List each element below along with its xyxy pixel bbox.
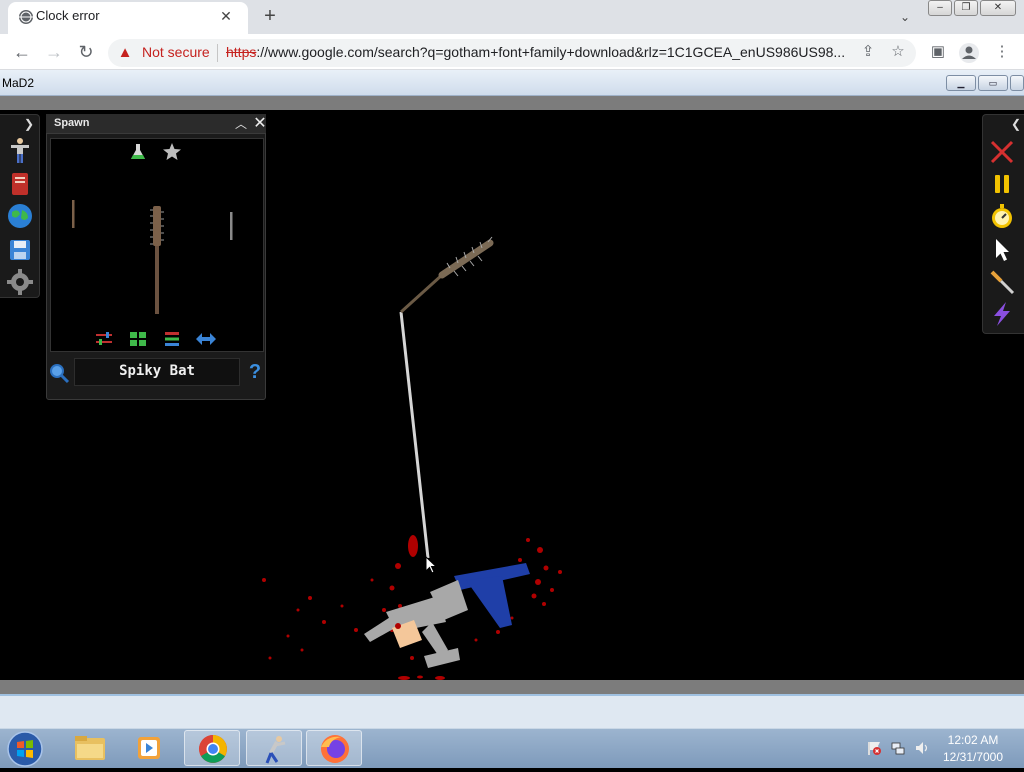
chrome-icon — [199, 735, 227, 763]
globe-icon — [19, 10, 33, 24]
network-icon[interactable] — [890, 740, 906, 756]
taskbar-explorer[interactable] — [62, 730, 118, 766]
ragdoll[interactable] — [364, 563, 530, 668]
start-button[interactable] — [6, 730, 44, 768]
tab-search-button[interactable]: ⌄ — [894, 6, 916, 28]
clear-x-icon[interactable] — [988, 138, 1016, 166]
url-divider — [217, 44, 218, 62]
back-arrow-icon[interactable]: ← — [10, 40, 34, 64]
kebab-menu-icon[interactable]: ⋮ — [990, 40, 1014, 64]
gear-icon[interactable] — [6, 268, 34, 296]
close-icon[interactable]: ✕ — [252, 116, 268, 132]
window-close-button[interactable]: ✕ — [980, 0, 1016, 16]
globe-icon[interactable] — [6, 202, 34, 230]
window-minimize-button[interactable]: ‒ — [928, 0, 952, 16]
rope[interactable] — [399, 311, 430, 559]
list-icon[interactable] — [162, 330, 182, 348]
help-button[interactable]: ? — [246, 360, 264, 384]
volume-icon[interactable] — [914, 740, 930, 756]
ragdoll-leg-lower[interactable] — [466, 576, 512, 628]
tab-close-button[interactable]: ✕ — [216, 6, 236, 26]
ragdoll-game-icon — [265, 736, 286, 764]
sliders-icon[interactable] — [94, 330, 114, 348]
chevron-left-icon[interactable]: ❮ — [1008, 116, 1024, 132]
chevron-right-icon[interactable]: ❯ — [20, 116, 38, 132]
media-player-icon — [138, 737, 160, 759]
chevron-up-icon[interactable]: ︿ — [232, 116, 250, 132]
search-icon[interactable] — [48, 362, 70, 384]
url-scheme: https — [226, 44, 257, 60]
star-icon[interactable] — [162, 142, 182, 162]
save-icon[interactable] — [6, 236, 34, 264]
mouse-cursor-icon — [425, 556, 438, 574]
url-rest: ://www.google.com/search?q=gotham+font+f… — [256, 44, 846, 60]
taskbar-chrome[interactable] — [184, 730, 240, 766]
bookmark-star-icon[interactable]: ☆ — [886, 40, 910, 64]
side-panel-icon[interactable]: ▣ — [926, 40, 950, 64]
forward-arrow-icon[interactable]: → — [42, 40, 66, 64]
spiky-bat[interactable] — [399, 236, 494, 314]
firefox-icon — [321, 735, 349, 763]
swap-arrows-icon[interactable] — [194, 330, 218, 348]
next-item-preview[interactable] — [226, 210, 236, 244]
app-bottom-frame — [0, 694, 1024, 728]
spawn-panel-title: Spawn — [54, 117, 90, 129]
action-center-flag-icon[interactable] — [866, 740, 882, 756]
prev-item-preview[interactable] — [68, 198, 78, 232]
app-close-button[interactable] — [1010, 75, 1024, 91]
game-border-top — [0, 96, 1024, 110]
ragdoll-icon[interactable] — [6, 136, 34, 164]
app-minimize-button[interactable]: ▁ — [946, 75, 976, 91]
pause-icon[interactable] — [988, 170, 1016, 198]
lightning-icon[interactable] — [988, 300, 1016, 328]
reload-icon[interactable]: ↻ — [74, 40, 98, 64]
app-maximize-button[interactable]: ▭ — [978, 75, 1008, 91]
clock-date[interactable]: 12/31/7000 — [930, 750, 1016, 764]
taskbar-firefox[interactable] — [306, 730, 362, 766]
grid-icon[interactable] — [128, 330, 148, 348]
spawn-item-name: Spiky Bat — [119, 363, 195, 379]
window-restore-button[interactable]: ❐ — [954, 0, 978, 16]
head-wound — [395, 623, 401, 629]
new-tab-button[interactable]: + — [258, 5, 282, 29]
app-title-bar — [0, 70, 1024, 96]
url-text[interactable]: https://www.google.com/search?q=gotham+f… — [226, 44, 850, 60]
spiky-bat-preview — [150, 206, 164, 314]
stopwatch-icon[interactable] — [988, 202, 1016, 230]
ragdoll-forearm[interactable] — [422, 622, 448, 658]
taskbar-media-player[interactable] — [122, 730, 178, 766]
warning-triangle-icon[interactable]: ▲ — [116, 44, 134, 62]
share-icon[interactable]: ⇪ — [856, 40, 880, 64]
profile-icon[interactable] — [958, 42, 980, 64]
flask-icon[interactable] — [128, 142, 148, 162]
app-title: MaD2 — [2, 76, 35, 90]
knife-icon[interactable] — [988, 268, 1016, 296]
game-border-bottom — [0, 680, 1024, 694]
book-icon[interactable] — [6, 170, 34, 198]
folder-icon — [75, 736, 105, 760]
taskbar-game[interactable] — [246, 730, 302, 766]
clock-time[interactable]: 12:02 AM — [930, 733, 1016, 747]
tab-title: Clock error — [36, 8, 100, 23]
security-status[interactable]: Not secure — [142, 44, 210, 60]
cursor-icon[interactable] — [988, 236, 1016, 264]
